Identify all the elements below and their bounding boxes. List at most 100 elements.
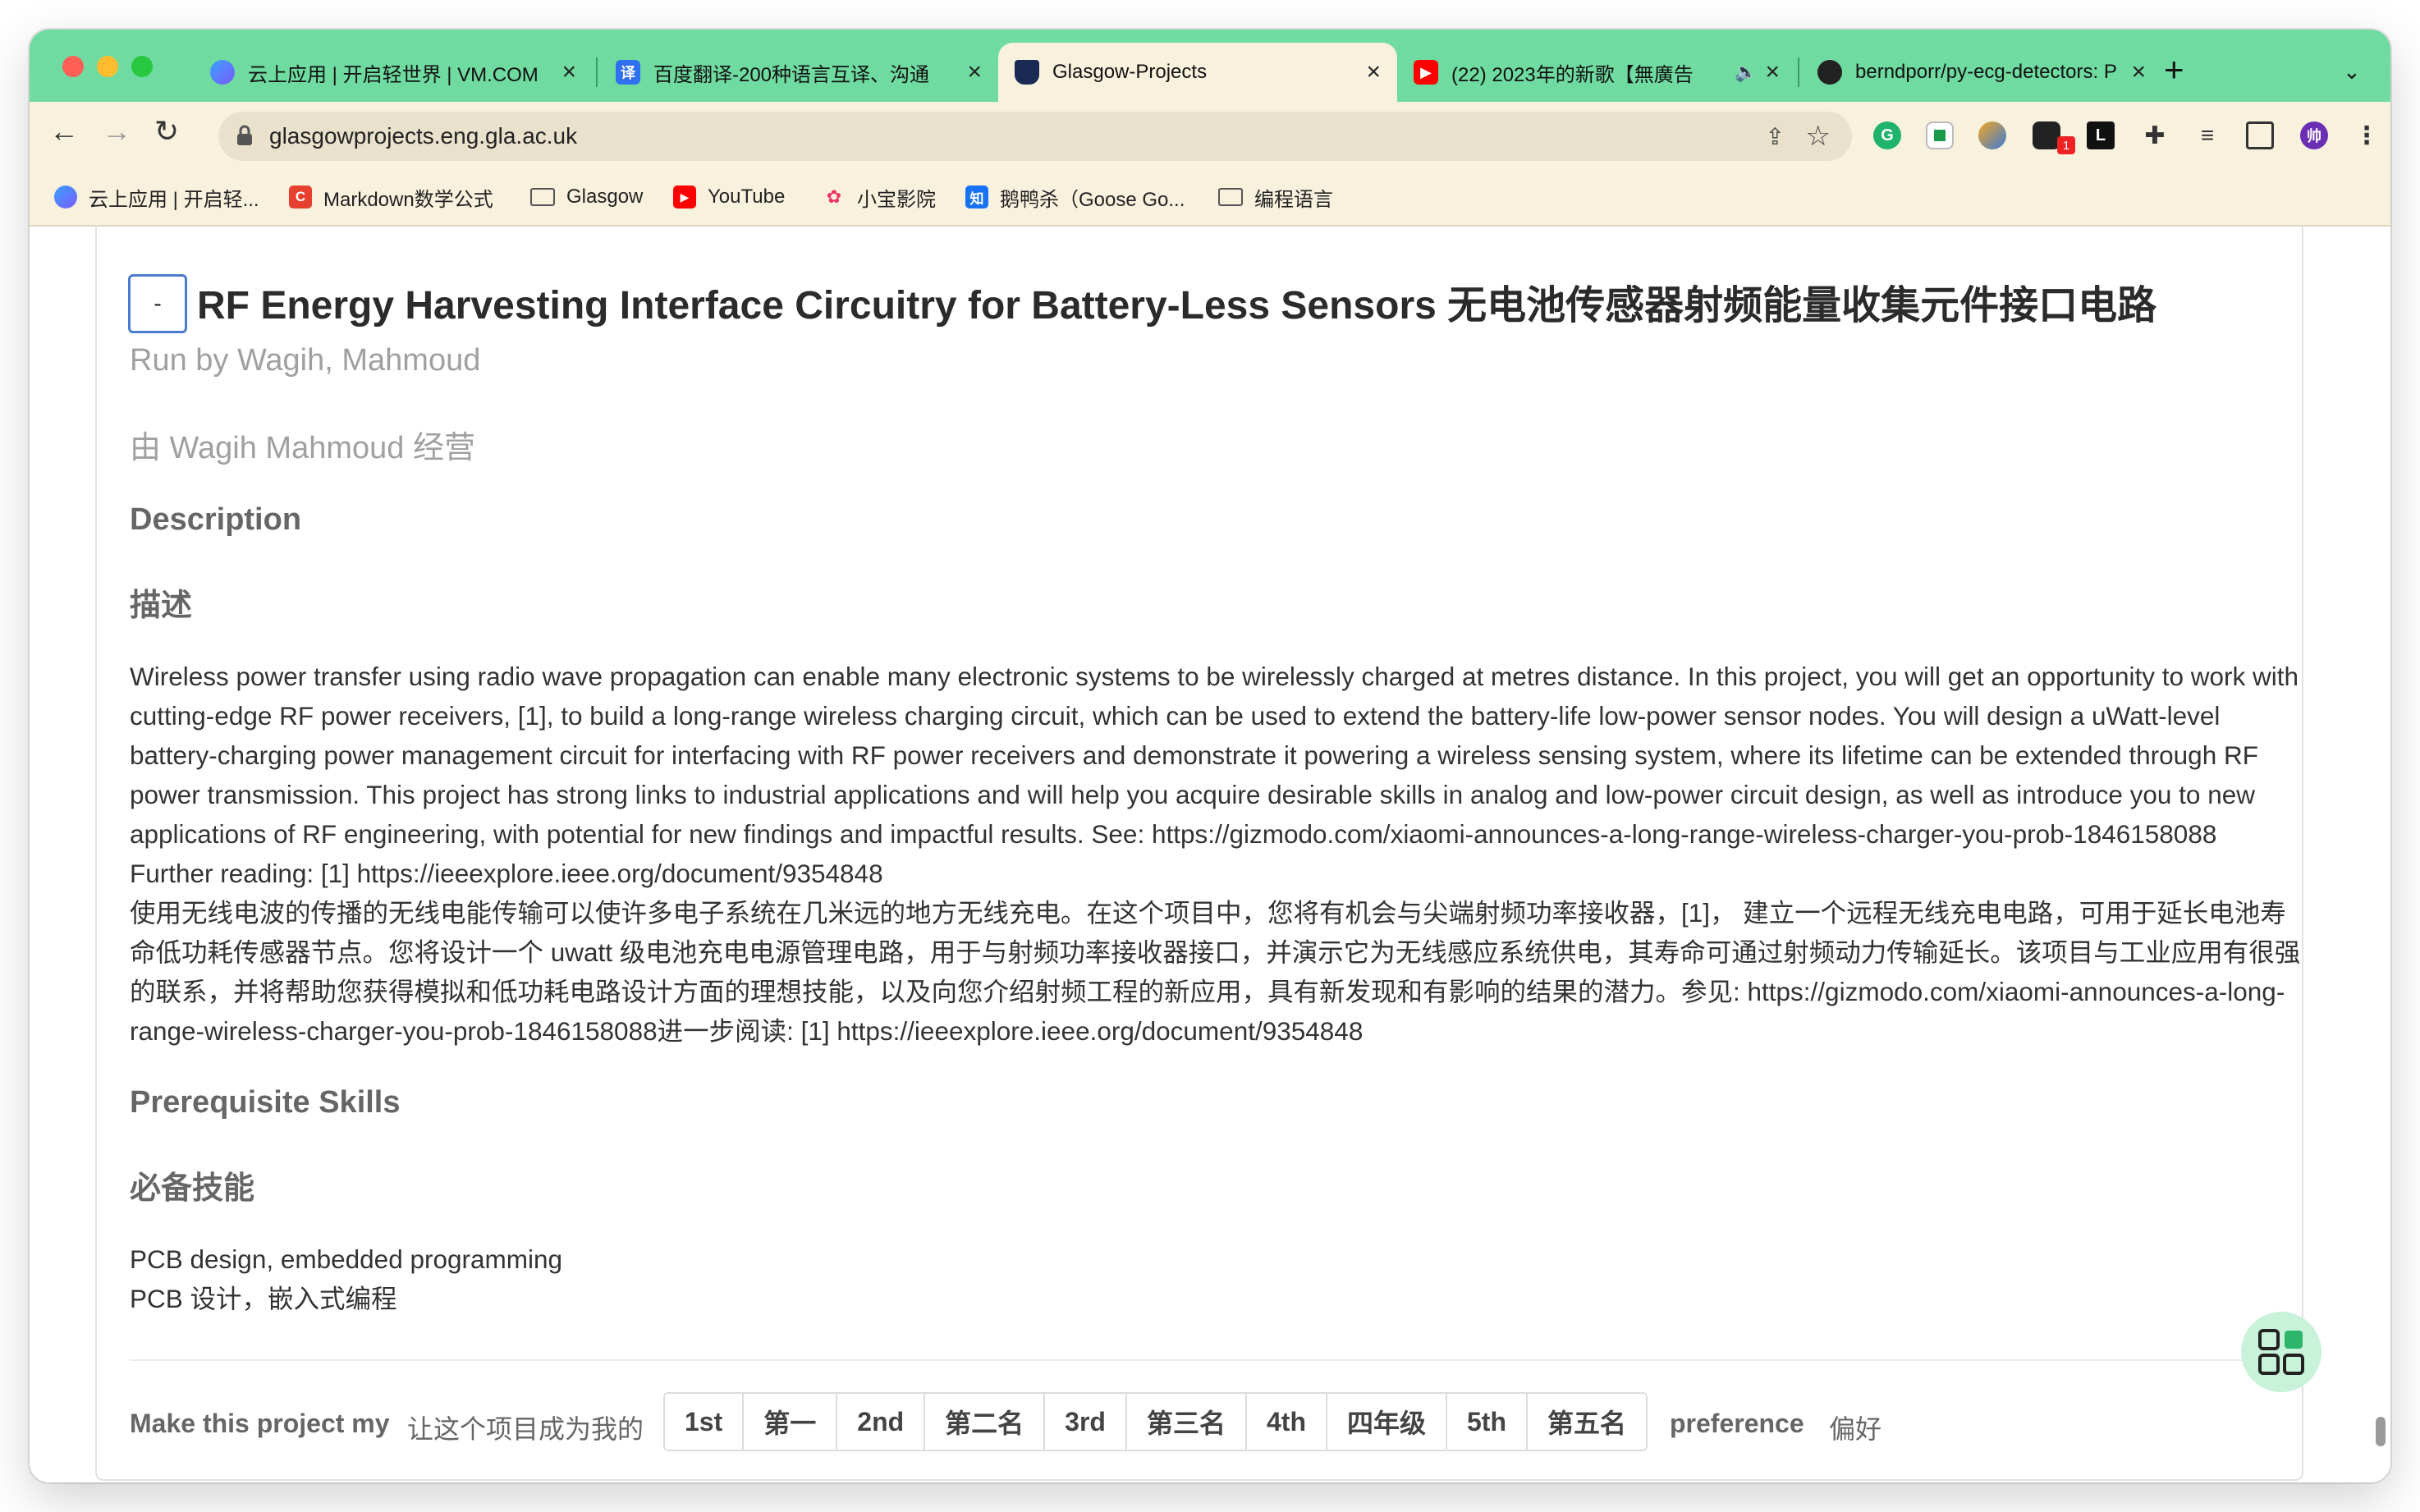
bookmark-label: 小宝影院: [857, 188, 936, 211]
collapse-button[interactable]: -: [128, 274, 187, 333]
csdn-icon: C: [289, 186, 312, 208]
grammarly-extension-icon[interactable]: G: [1873, 121, 1901, 149]
close-icon[interactable]: ×: [561, 58, 576, 86]
preference-1st-button[interactable]: 1st: [665, 1394, 745, 1450]
preference-label-after-cn: 偏好: [1829, 1414, 1882, 1444]
bookmark-youtube[interactable]: ▶ YouTube: [673, 182, 785, 212]
toolbar: ← → ↻ glasgowprojects.eng.gla.ac.uk ⇪ ☆ …: [30, 102, 2390, 171]
project-title: RF Energy Harvesting Interface Circuitry…: [197, 284, 2157, 328]
bookmark-label: YouTube: [708, 186, 786, 208]
preference-label-before-cn: 让这个项目成为我的: [407, 1414, 644, 1444]
description-text-cn: 使用无线电波的传播的无线电能传输可以使许多电子系统在几米远的地方无线充电。在这个…: [130, 898, 2301, 1046]
bookmark-label: 云上应用 | 开启轻...: [89, 188, 259, 211]
scrollbar-thumb[interactable]: [2376, 1417, 2386, 1446]
extension-badge: 1: [2057, 136, 2075, 154]
cloud-favicon-icon: [210, 60, 235, 85]
bookmark-programming[interactable]: 编程语言: [1218, 182, 1333, 212]
tab-search-chevron-icon[interactable]: ⌄: [2343, 59, 2361, 85]
supervisor-line-cn: 由 Wagih Mahmoud 经营: [130, 431, 475, 465]
speaker-icon[interactable]: 🔈: [1735, 62, 1757, 83]
minimize-window-button[interactable]: [97, 56, 118, 77]
folder-icon: [1218, 188, 1243, 206]
description-heading-cn: 描述: [130, 589, 193, 623]
bookmark-label: Markdown数学公式: [323, 188, 493, 211]
url-text[interactable]: glasgowprojects.eng.gla.ac.uk: [269, 123, 577, 149]
prerequisite-text-en: PCB design, embedded programming: [130, 1244, 563, 1274]
bookmark-glasgow[interactable]: Glasgow: [530, 182, 643, 212]
tab-vm[interactable]: 云上应用 | 开启轻世界 | VM.COM ×: [194, 43, 593, 102]
close-window-button[interactable]: [62, 56, 84, 77]
extension-icon[interactable]: [2033, 121, 2060, 149]
reading-list-icon[interactable]: ≡: [2193, 121, 2221, 149]
puzzle-extensions-icon[interactable]: ✚: [2141, 121, 2169, 149]
new-tab-button[interactable]: +: [2164, 53, 2184, 87]
preference-3rd-button[interactable]: 3rd: [1045, 1394, 1127, 1450]
address-bar[interactable]: glasgowprojects.eng.gla.ac.uk ⇪ ☆: [218, 112, 1852, 161]
tab-title: Glasgow-Projects: [1052, 61, 1208, 83]
cloud-icon: [54, 186, 77, 208]
translate-extension-icon[interactable]: [1926, 121, 1954, 149]
glasgow-crest-favicon-icon: [1015, 60, 1039, 85]
side-panel-icon[interactable]: [2246, 121, 2274, 149]
preference-label-before: Make this project my: [130, 1409, 390, 1438]
profile-avatar[interactable]: 帅: [2300, 121, 2328, 149]
preference-5th-cn-button[interactable]: 第五名: [1528, 1394, 1647, 1450]
description-heading: Description: [130, 502, 302, 537]
supervisor-line: Run by Wagih, Mahmoud: [130, 343, 481, 378]
bookmark-star-icon[interactable]: ☆: [1806, 120, 1831, 153]
preference-1st-cn-button[interactable]: 第一: [744, 1394, 838, 1450]
tab-glasgow-projects[interactable]: Glasgow-Projects ×: [998, 43, 1397, 102]
tab-title: (22) 2023年的新歌【無廣告: [1451, 63, 1694, 86]
bookmark-label: 编程语言: [1254, 188, 1333, 211]
browser-window: 云上应用 | 开启轻世界 | VM.COM × 译 百度翻译-200种语言互译、…: [30, 30, 2390, 1482]
bookmark-xiaobao[interactable]: ✿ 小宝影院: [823, 182, 936, 212]
letter-extension-icon[interactable]: L: [2087, 121, 2115, 149]
tab-title: 百度翻译-200种语言互译、沟通: [653, 63, 930, 86]
lock-icon: [237, 125, 252, 145]
prerequisite-heading: Prerequisite Skills: [130, 1085, 401, 1120]
more-menu-icon[interactable]: ⋮: [2353, 121, 2381, 149]
description-text-en: Wireless power transfer using radio wave…: [130, 662, 2299, 888]
description-body: Wireless power transfer using radio wave…: [130, 657, 2305, 1051]
tab-baidu-translate[interactable]: 译 百度翻译-200种语言互译、沟通 ×: [599, 43, 998, 102]
reload-icon[interactable]: ↻: [154, 117, 179, 146]
shield-extension-icon[interactable]: [1978, 121, 2006, 149]
close-icon[interactable]: ×: [1366, 58, 1381, 86]
floating-apps-button[interactable]: [2241, 1312, 2321, 1392]
close-icon[interactable]: ×: [1765, 58, 1780, 86]
folder-icon: [530, 188, 555, 206]
preference-label-after: preference: [1670, 1409, 1804, 1438]
prerequisite-text-cn: PCB 设计，嵌入式编程: [130, 1284, 397, 1313]
preference-4th-cn-button[interactable]: 四年级: [1327, 1394, 1447, 1450]
bookmark-markdown[interactable]: C Markdown数学公式: [289, 182, 493, 212]
github-favicon-icon: [1817, 60, 1842, 85]
forward-arrow-icon[interactable]: →: [102, 117, 131, 146]
preference-button-group: 1st 第一 2nd 第二名 3rd 第三名 4th 四年级 5th 第五名: [663, 1392, 1648, 1451]
film-icon: ✿: [826, 186, 842, 207]
youtube-favicon-icon: ▶: [1414, 60, 1438, 85]
share-icon[interactable]: ⇪: [1766, 123, 1785, 150]
preference-2nd-cn-button[interactable]: 第二名: [925, 1394, 1046, 1450]
zhihu-icon: 知: [965, 186, 988, 208]
preference-4th-button[interactable]: 4th: [1246, 1394, 1327, 1450]
page-content: - RF Energy Harvesting Interface Circuit…: [30, 225, 2390, 1482]
bookmark-label: Glasgow: [566, 186, 644, 208]
bookmark-vm[interactable]: 云上应用 | 开启轻...: [54, 182, 259, 212]
grid-icon: [2258, 1329, 2304, 1375]
maximize-window-button[interactable]: [131, 56, 153, 77]
tab-title: berndporr/py-ecg-detectors: P: [1855, 61, 2117, 83]
preference-3rd-cn-button[interactable]: 第三名: [1126, 1394, 1247, 1450]
youtube-icon: ▶: [673, 186, 696, 208]
bookmark-label: 鹅鸭杀（Goose Go...: [1000, 188, 1185, 211]
bookmark-goose-goose-duck[interactable]: 知 鹅鸭杀（Goose Go...: [965, 182, 1185, 212]
prerequisite-heading-cn: 必备技能: [130, 1171, 255, 1206]
tab-github[interactable]: berndporr/py-ecg-detectors: P ×: [1801, 43, 2162, 102]
tab-youtube-music[interactable]: ▶ (22) 2023年的新歌【無廣告 🔈 ×: [1397, 43, 1796, 102]
preference-5th-button[interactable]: 5th: [1447, 1394, 1528, 1450]
translate-favicon-icon: 译: [616, 60, 640, 85]
close-icon[interactable]: ×: [967, 58, 982, 86]
tab-separator: [596, 57, 598, 87]
back-arrow-icon[interactable]: ←: [49, 117, 79, 146]
preference-2nd-button[interactable]: 2nd: [837, 1394, 926, 1450]
close-icon[interactable]: ×: [2131, 58, 2146, 86]
